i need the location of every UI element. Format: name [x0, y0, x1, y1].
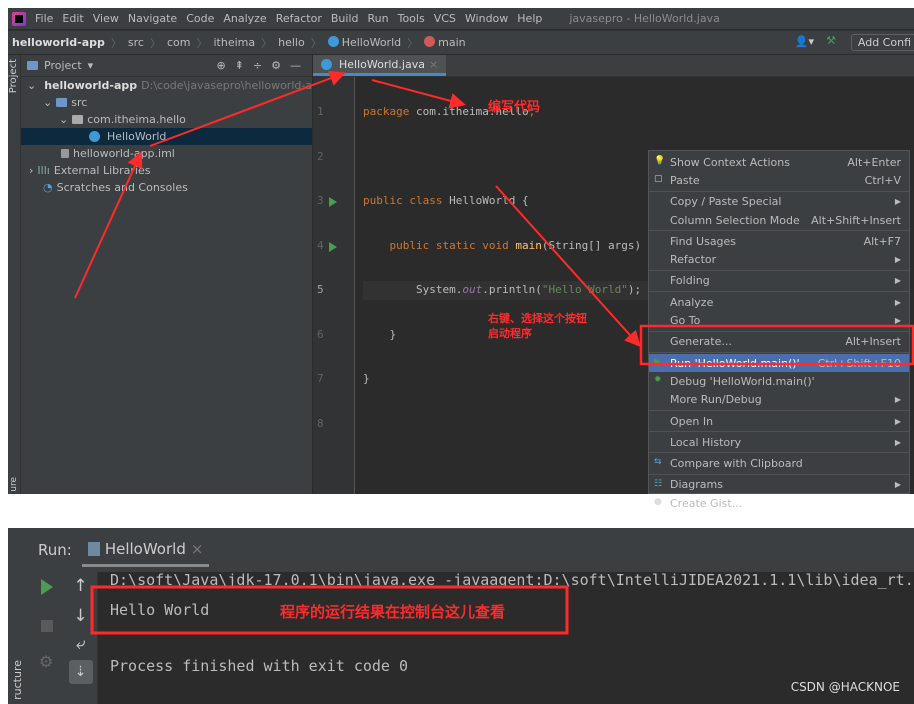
- arrow-to-run-item: [495, 185, 641, 347]
- annotation-overlay: [74, 70, 914, 635]
- arrow-to-class: [74, 151, 143, 299]
- arrow-to-write-code: [371, 79, 466, 109]
- highlight-box-run: [639, 324, 914, 366]
- highlight-box-output: [90, 585, 569, 635]
- arrow-to-tab: [149, 70, 346, 147]
